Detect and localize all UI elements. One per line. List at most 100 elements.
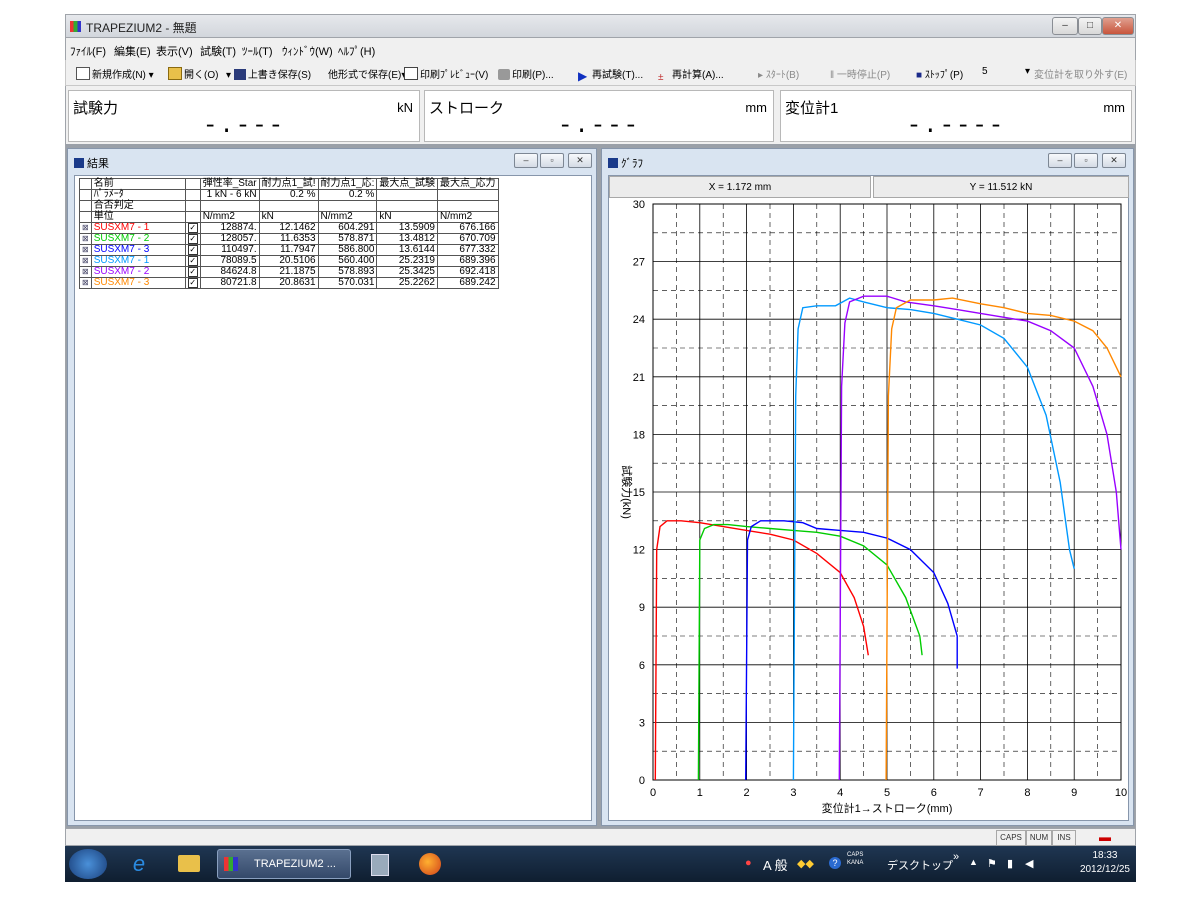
header-cell: N/mm2	[436, 211, 499, 223]
y-coord-readout: Y = 11.512 kN	[873, 176, 1129, 198]
table-row[interactable]: ⊠ SUSXM7 - 1 ✓ 78089.5 20.5106 560.400 25.2319…	[79, 255, 499, 267]
start-orb-icon[interactable]	[69, 849, 107, 879]
ime-indicator[interactable]: A 般	[763, 855, 788, 874]
volume-icon[interactable]: ◀	[1025, 857, 1033, 870]
checkmark-icon: ✓	[187, 278, 198, 288]
x-tick-label: 8	[1024, 787, 1030, 799]
menu-view[interactable]: 表示(V)	[156, 43, 193, 59]
row-graph-icon[interactable]: ⊠	[79, 277, 92, 289]
header-cell	[258, 200, 319, 212]
table-row[interactable]: ⊠ SUSXM7 - 2 ✓ 84624.8 21.1875 578.893 25.3425…	[79, 266, 499, 278]
header-cell: 最大点_試験	[376, 178, 438, 190]
clock[interactable]: 18:33 2012/12/25	[1080, 849, 1130, 877]
preview-icon	[404, 67, 418, 80]
maximize-button[interactable]: □	[1078, 17, 1102, 35]
action-center-icon[interactable]: ⚑	[987, 857, 997, 870]
new-button[interactable]: 新規作成(N) ▾	[76, 66, 154, 81]
show-hidden-icons[interactable]: ▲	[969, 857, 978, 867]
explorer-icon[interactable]	[169, 849, 209, 879]
desktop-toolbar[interactable]: デスクトップ	[887, 857, 953, 873]
readout-panel: 試験力 kN -.--- ストローク mm -.--- 変位計1 mm -.--…	[65, 86, 1136, 144]
stop-icon: ■	[916, 70, 923, 81]
taskbar-trapezium-button[interactable]: TRAPEZIUM2 ...	[217, 849, 351, 879]
pause-button[interactable]: ‖ 一時停止(P)	[830, 66, 890, 81]
speed-select[interactable]: 5 ▾	[982, 66, 1030, 77]
menu-tools[interactable]: ﾂｰﾙ(T)	[242, 43, 273, 59]
open-button[interactable]: 開く(O)	[168, 66, 218, 81]
header-cell: 弾性率_Star	[199, 178, 260, 190]
table-row[interactable]: ⊠ SUSXM7 - 3 ✓ 110497. 11.7947 586.800 13.6144…	[79, 244, 499, 256]
table-row[interactable]: ⊠ SUSXM7 - 3 ✓ 80721.8 20.8631 570.031 25.2262…	[79, 277, 499, 289]
ie-icon[interactable]: e	[119, 849, 159, 879]
app-title-bar[interactable]: TRAPEZIUM2 - 無題 – □ ✕	[65, 14, 1136, 38]
expand-toolbar-icon[interactable]: »	[953, 851, 959, 863]
row-checkbox[interactable]: ✓	[184, 277, 201, 289]
print-button[interactable]: 印刷(P)...	[498, 66, 554, 81]
x-tick-label: 4	[837, 787, 843, 799]
close-button[interactable]: ✕	[1102, 17, 1134, 35]
graph-window[interactable]: ｸﾞﾗﾌ – ▫ ✕ X = 1.172 mm Y = 11.512 kN 0 1…	[601, 148, 1134, 826]
header-cell	[79, 211, 92, 223]
x-tick-label: 0	[650, 787, 656, 799]
results-minimize-button[interactable]: –	[514, 153, 538, 168]
remove-extensometer-button[interactable]: 変位計を取り外す(E)	[1034, 66, 1127, 81]
save-button[interactable]: ▾ 上書き保存(S)	[226, 66, 311, 81]
save-as-button[interactable]: 他形式で保存(E)▾	[328, 66, 406, 81]
row-checkbox[interactable]: ✓	[184, 266, 201, 278]
table-row[interactable]: ⊠ SUSXM7 - 1 ✓ 128874. 12.1462 604.291 13.5909…	[79, 222, 499, 234]
row-graph-icon[interactable]: ⊠	[79, 244, 92, 256]
results-restore-button[interactable]: ▫	[540, 153, 564, 168]
retest-button[interactable]: ▶ 再試験(T)...	[578, 66, 643, 82]
help-icon[interactable]: ?	[829, 857, 841, 869]
menu-help[interactable]: ﾍﾙﾌﾟ(H)	[338, 43, 375, 59]
value-cell: 670.709	[436, 233, 499, 245]
print-preview-button[interactable]: 印刷ﾌﾟﾚﾋﾞｭｰ(V)	[404, 66, 488, 81]
row-graph-icon[interactable]: ⊠	[79, 266, 92, 278]
header-cell: 名前	[90, 178, 186, 190]
graph-restore-button[interactable]: ▫	[1074, 153, 1098, 168]
specimen-name: SUSXM7 - 3	[90, 244, 186, 256]
results-window[interactable]: 結果 – ▫ ✕ 名前 弾性率_Star 耐力点1_試! 耐力点1_応: 最大点_試験最…	[67, 148, 597, 826]
force-stroke-chart[interactable]: 0 1 2 3 4 5 6 7 8 9 10036912151821242730変位計1→ストローク…	[609, 200, 1131, 850]
graph-close-button[interactable]: ✕	[1102, 153, 1126, 168]
menu-window[interactable]: ｳｨﾝﾄﾞｳ(W)	[282, 43, 333, 59]
header-cell	[376, 189, 438, 201]
connection-icon: ▬	[1099, 830, 1111, 844]
row-checkbox[interactable]: ✓	[184, 255, 201, 267]
value-cell: 21.1875	[258, 266, 319, 278]
minimize-button[interactable]: –	[1052, 17, 1078, 35]
menu-test[interactable]: 試験(T)	[200, 43, 236, 59]
taskbar: e TRAPEZIUM2 ... ● A 般 ◆◆ ? CAPS KANA デス…	[65, 846, 1136, 882]
specimen-name: SUSXM7 - 3	[90, 277, 186, 289]
recalc-button[interactable]: ± 再計算(A)...	[658, 66, 724, 84]
y-tick-label: 0	[639, 775, 645, 787]
table-row[interactable]: ⊠ SUSXM7 - 2 ✓ 128057. 11.6353 578.871 13.4812…	[79, 233, 499, 245]
alert-icon[interactable]: ●	[745, 857, 752, 869]
row-graph-icon[interactable]: ⊠	[79, 222, 92, 234]
floppy-icon	[233, 69, 246, 80]
y-tick-label: 24	[633, 314, 645, 326]
results-close-button[interactable]: ✕	[568, 153, 592, 168]
firefox-icon[interactable]	[411, 849, 451, 879]
row-graph-icon[interactable]: ⊠	[79, 255, 92, 267]
graph-minimize-button[interactable]: –	[1048, 153, 1072, 168]
value-cell: 692.418	[436, 266, 499, 278]
calculator-icon[interactable]	[359, 849, 399, 879]
stop-button[interactable]: ■ ｽﾄｯﾌﾟ(P)	[916, 66, 963, 81]
start-button[interactable]: ▸ ｽﾀｰﾄ(B)	[758, 66, 799, 81]
row-graph-icon[interactable]: ⊠	[79, 233, 92, 245]
x-coord-readout: X = 1.172 mm	[609, 176, 871, 198]
value-cell: 110497.	[199, 244, 260, 256]
row-checkbox[interactable]: ✓	[184, 233, 201, 245]
menu-file[interactable]: ﾌｧｲﾙ(F)	[70, 43, 106, 59]
tray-icons[interactable]: ◆◆	[797, 857, 814, 870]
menu-edit[interactable]: 編集(E)	[114, 43, 151, 59]
table-icon	[74, 158, 84, 168]
network-icon[interactable]: ▮	[1007, 857, 1013, 870]
row-checkbox[interactable]: ✓	[184, 244, 201, 256]
value-cell: 84624.8	[199, 266, 260, 278]
specimen-name: SUSXM7 - 1	[90, 222, 186, 234]
y-tick-label: 3	[639, 717, 645, 729]
row-checkbox[interactable]: ✓	[184, 222, 201, 234]
header-cell	[436, 189, 499, 201]
